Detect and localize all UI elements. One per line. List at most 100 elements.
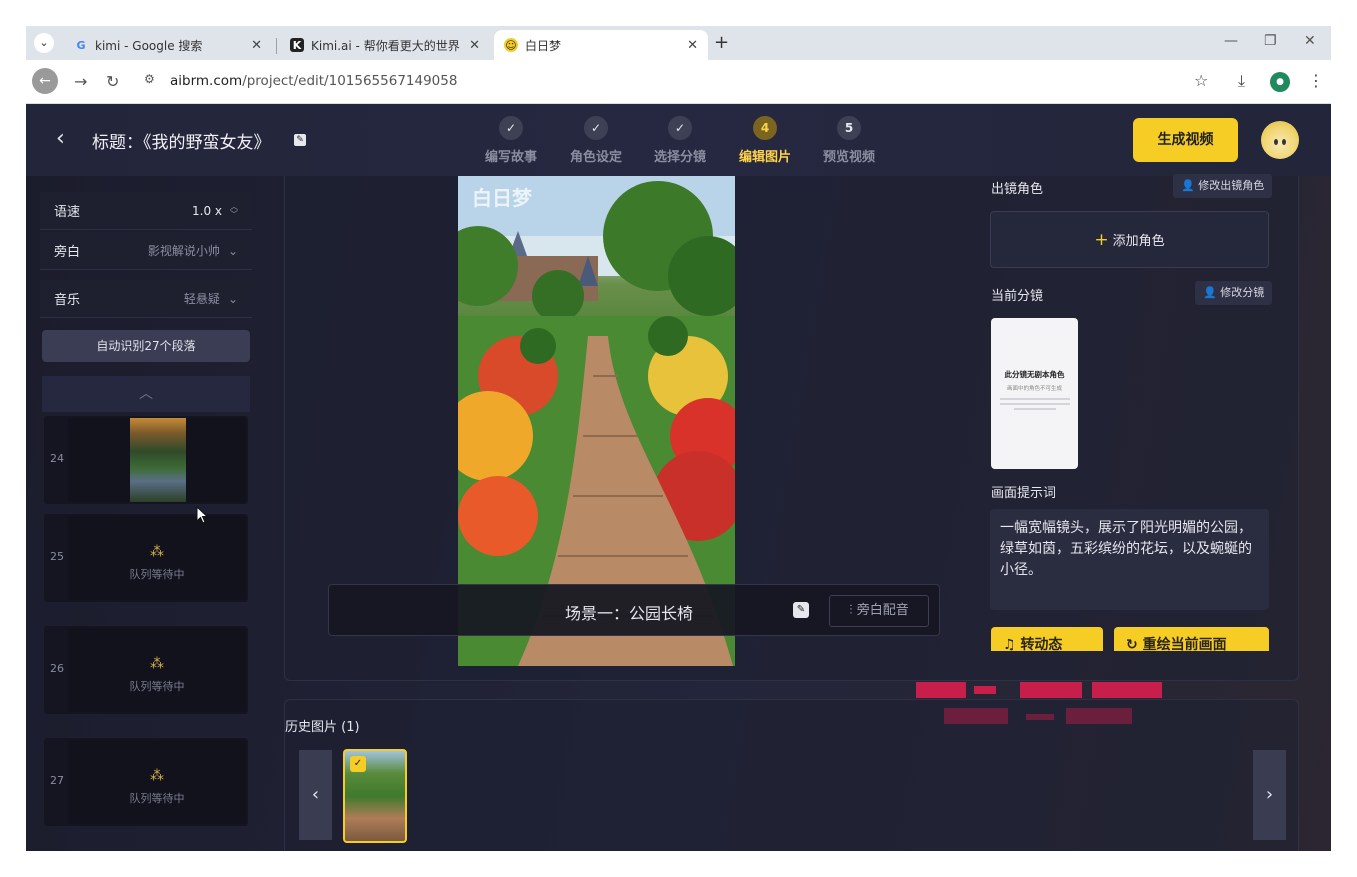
url-field[interactable]: aibrm.com/project/edit/101565567149058 — [170, 73, 457, 89]
prompt-label: 画面提示词 — [991, 486, 1057, 501]
loading-spinner-icon: ⁂ — [150, 656, 164, 672]
step-edit-images[interactable]: 4 编辑图片 — [720, 116, 810, 165]
current-shot-card[interactable]: 此分镜无剧本角色 画面中的角色不可生成 — [991, 318, 1078, 469]
menu-dots-icon[interactable]: ⋮ — [1308, 71, 1324, 90]
edit-shot-button[interactable]: 👤 修改分镜 — [1195, 281, 1273, 305]
chevron-left-icon[interactable]: ‹ — [56, 126, 65, 151]
back-icon[interactable]: ← — [32, 68, 58, 94]
tab-search-button[interactable]: ⌄ — [34, 33, 54, 53]
history-next-button[interactable]: › — [1253, 750, 1286, 840]
step-role-setting[interactable]: ✓ 角色设定 — [551, 116, 641, 165]
narration-label: 旁白 — [54, 245, 81, 260]
tab-google[interactable]: G kimi - Google 搜索 ✕ — [64, 30, 272, 60]
step-check-icon: ✓ — [499, 116, 523, 140]
forward-icon[interactable]: → — [74, 72, 87, 91]
step-label: 编辑图片 — [738, 150, 791, 165]
editor-body: 语速 1.0 x ︿ ﹀ 旁白 影视解说小帅 ⌄ 音乐 轻悬疑 ⌄ 自动识别27… — [26, 174, 1331, 851]
prompt-textarea[interactable]: 一幅宽幅镜头，展示了阳光明媚的公园，绿草如茵，五彩缤纷的花坛，以及蜿蜒的小径。 — [990, 509, 1269, 610]
narration-row[interactable]: 旁白 影视解说小帅 ⌄ — [40, 232, 252, 270]
music-value: 轻悬疑 — [183, 292, 220, 306]
chevron-down-icon: ⌄ — [227, 291, 238, 306]
close-icon[interactable]: ✕ — [469, 38, 480, 53]
tab-bar: ⌄ G kimi - Google 搜索 ✕ K Kimi.ai - 帮你看更大… — [26, 26, 1331, 60]
url-path: /project/edit/101565567149058 — [242, 73, 458, 89]
step-number: 5 — [837, 116, 861, 140]
regenerate-button[interactable]: ↻ 重绘当前画面 — [1114, 627, 1269, 651]
close-icon[interactable]: ✕ — [251, 38, 262, 53]
refresh-icon: ↻ — [1126, 637, 1143, 651]
narration-voice-button[interactable]: ⫶ 旁白配音 — [829, 595, 929, 627]
roles-label: 出镜角色 — [991, 182, 1044, 197]
step-select-shots[interactable]: ✓ 选择分镜 — [635, 116, 725, 165]
step-check-icon: ✓ — [584, 116, 608, 140]
segment-25[interactable]: 25 ⁂ 队列等待中 — [44, 514, 248, 602]
music-select[interactable]: 轻悬疑 ⌄ — [184, 290, 238, 307]
segment-status: 队列等待中 — [129, 680, 185, 693]
reload-icon[interactable]: ↻ — [106, 72, 119, 91]
user-avatar[interactable] — [1261, 121, 1299, 159]
segment-26[interactable]: 26 ⁂ 队列等待中 — [44, 626, 248, 714]
speed-stepper[interactable]: 1.0 x ︿ ﹀ — [192, 202, 238, 219]
user-icon: 👤 — [1203, 286, 1221, 299]
step-number: 4 — [753, 116, 777, 140]
profile-avatar[interactable]: ● — [1270, 72, 1290, 92]
avatar-face-icon — [1274, 139, 1286, 145]
user-icon: 👤 — [1181, 179, 1199, 192]
tab-kimi[interactable]: K Kimi.ai - 帮你看更大的世界 ✕ — [280, 30, 490, 60]
step-write-story[interactable]: ✓ 编写故事 — [466, 116, 556, 165]
segment-preview: ⁂ 队列等待中 — [68, 516, 246, 600]
regenerate-label: 重绘当前画面 — [1142, 637, 1227, 651]
restore-icon[interactable]: ❐ — [1264, 33, 1277, 49]
close-window-icon[interactable]: ✕ — [1304, 33, 1316, 49]
animate-icon: ♫ — [1003, 637, 1021, 651]
history-prev-button[interactable]: ‹ — [299, 750, 332, 840]
segment-27[interactable]: 27 ⁂ 队列等待中 — [44, 738, 248, 826]
stepper-arrows-icon[interactable]: ︿ ﹀ — [230, 202, 238, 219]
step-label: 编写故事 — [484, 150, 537, 165]
music-label: 音乐 — [54, 293, 81, 308]
segment-24[interactable]: 24 — [44, 416, 248, 504]
auto-detect-button[interactable]: 自动识别27个段落 — [42, 330, 250, 362]
narration-select[interactable]: 影视解说小帅 ⌄ — [148, 242, 238, 259]
waveform-icon: ⫶ — [849, 603, 857, 618]
generate-video-button[interactable]: 生成视频 — [1133, 118, 1238, 162]
music-row[interactable]: 音乐 轻悬疑 ⌄ — [40, 280, 252, 318]
edit-scene-icon[interactable]: ✎ — [793, 602, 809, 618]
tab-separator — [276, 38, 277, 54]
download-icon[interactable]: ⤓ — [1238, 71, 1245, 91]
watermark: 白日梦 — [472, 186, 532, 210]
url-host: aibrm.com — [170, 73, 243, 89]
minimize-icon[interactable]: — — [1224, 33, 1238, 49]
tab-bairimeng[interactable]: ☺ 白日梦 ✕ — [494, 30, 708, 60]
edit-shot-label: 修改分镜 — [1220, 286, 1265, 299]
history-thumbnail[interactable]: ✓ — [343, 749, 407, 843]
edit-title-icon[interactable]: ✎ — [294, 134, 306, 146]
segment-preview — [68, 418, 246, 502]
animate-label: 转动态 — [1020, 637, 1063, 651]
speed-row: 语速 1.0 x ︿ ﹀ — [40, 192, 252, 230]
mouse-cursor-icon — [196, 506, 208, 524]
current-shot-label: 当前分镜 — [991, 289, 1044, 304]
check-icon: ✓ — [350, 756, 366, 772]
step-check-icon: ✓ — [668, 116, 692, 140]
step-label: 角色设定 — [569, 150, 622, 165]
close-icon[interactable]: ✕ — [687, 38, 698, 53]
segment-preview: ⁂ 队列等待中 — [68, 628, 246, 712]
segment-number: 25 — [50, 550, 64, 563]
collapse-up-button[interactable]: ︿ — [42, 376, 250, 412]
step-preview-video[interactable]: 5 预览视频 — [804, 116, 894, 165]
new-tab-button[interactable]: + — [714, 32, 729, 53]
redacted-block — [974, 686, 996, 694]
animate-button[interactable]: ♫ 转动态 — [991, 627, 1103, 651]
bairimeng-icon: ☺ — [504, 38, 518, 52]
loading-spinner-icon: ⁂ — [150, 544, 164, 560]
step-label: 选择分镜 — [653, 150, 706, 165]
site-info-icon[interactable]: ⚙ — [144, 72, 164, 90]
segment-status: 队列等待中 — [129, 568, 185, 581]
plus-icon: + — [1094, 230, 1109, 250]
segment-number: 26 — [50, 662, 64, 675]
add-role-button[interactable]: + 添加角色 — [990, 211, 1269, 268]
edit-roles-button[interactable]: 👤 修改出镜角色 — [1173, 174, 1273, 198]
tab-title: Kimi.ai - 帮你看更大的世界 — [311, 38, 460, 53]
bookmark-star-icon[interactable]: ☆ — [1194, 71, 1208, 90]
